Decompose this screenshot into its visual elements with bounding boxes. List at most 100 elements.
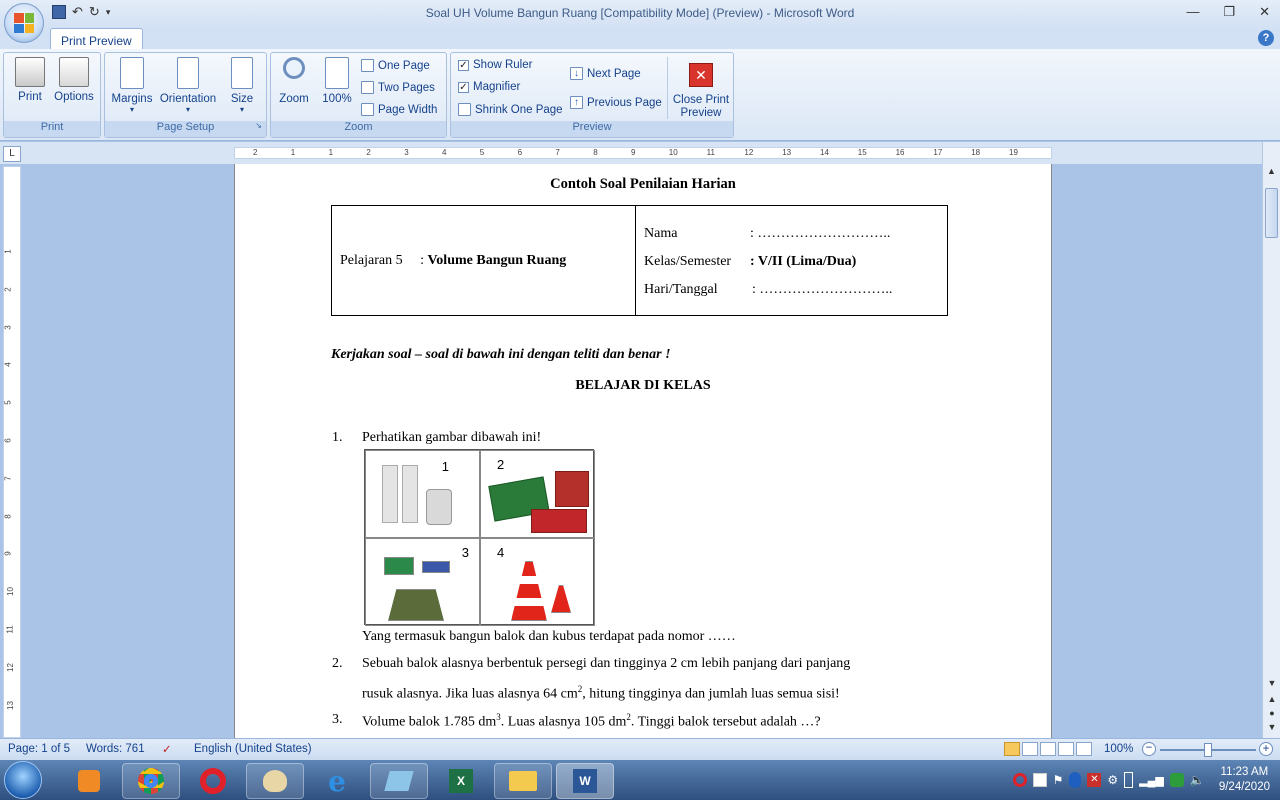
ruler-tick-label: 11 bbox=[5, 625, 15, 634]
tab-selector[interactable]: L bbox=[3, 146, 21, 162]
question-2-number: 2. bbox=[332, 656, 343, 671]
previous-page-button[interactable]: ↑ Previous Page bbox=[570, 96, 662, 109]
page-count[interactable]: Page: 1 of 5 bbox=[8, 743, 70, 755]
one-page-button[interactable]: One Page bbox=[361, 59, 430, 72]
zoom-in-icon[interactable]: + bbox=[1259, 742, 1273, 756]
ruler-tick-label: 11 bbox=[706, 148, 715, 157]
printer-icon bbox=[15, 57, 45, 87]
ruler-tick-label: 4 bbox=[3, 362, 13, 368]
zoom-slider-thumb[interactable] bbox=[1204, 743, 1212, 757]
word-icon[interactable]: W bbox=[556, 763, 614, 799]
ruler-tick-label: 13 bbox=[5, 700, 15, 710]
ruler-bar: L 2 1 1 2 3 4 5 6 7 8 9 10 11 12 13 14 15 16 17 18 19 bbox=[0, 142, 1280, 164]
vertical-scrollbar[interactable]: ▲ ▼ ▲ ● ▼ bbox=[1262, 142, 1280, 738]
previous-page-arrow-icon[interactable]: ▲ bbox=[1263, 694, 1280, 704]
picture-grid: 1 2 3 4 bbox=[364, 449, 595, 626]
zoom-level[interactable]: 100% bbox=[1104, 743, 1133, 755]
margins-button[interactable]: Margins ▾ bbox=[109, 57, 155, 114]
checkbox-checked-icon: ✓ bbox=[458, 81, 469, 93]
internet-explorer-icon[interactable]: e bbox=[308, 763, 366, 799]
next-page-arrow-icon[interactable]: ▼ bbox=[1263, 722, 1280, 732]
help-icon[interactable]: ? bbox=[1258, 30, 1274, 46]
notes-icon[interactable] bbox=[370, 763, 428, 799]
security-icon[interactable] bbox=[1169, 773, 1184, 787]
clock[interactable]: 11:23 AM 9/24/2020 bbox=[1219, 765, 1270, 795]
close-icon[interactable]: ✕ bbox=[1259, 4, 1270, 20]
ruler-tick-label: 2 bbox=[253, 148, 258, 157]
next-page-button[interactable]: ↓ Next Page bbox=[570, 67, 641, 80]
ruler-tick-label: 17 bbox=[933, 148, 943, 157]
ribbon-tab-row: Print Preview ? bbox=[0, 28, 1280, 50]
page-width-button[interactable]: Page Width bbox=[361, 103, 437, 116]
ruler-tick-label: 1 bbox=[328, 148, 334, 157]
zoom-button[interactable]: Zoom bbox=[275, 57, 313, 105]
question-2-line-2: rusuk alasnya. Jika luas alasnya 64 cm2,… bbox=[362, 684, 840, 703]
chrome-icon[interactable] bbox=[122, 763, 180, 799]
proofing-icon[interactable]: ✓ bbox=[162, 742, 172, 756]
picture-2: 2 bbox=[480, 450, 595, 538]
tray-app-icon[interactable]: ⚙ bbox=[1107, 773, 1118, 787]
excel-icon[interactable]: X bbox=[432, 763, 490, 799]
word-count[interactable]: Words: 761 bbox=[86, 743, 145, 755]
zoom-slider[interactable] bbox=[1160, 743, 1256, 757]
scroll-down-icon[interactable]: ▼ bbox=[1263, 678, 1280, 688]
speaker-image bbox=[402, 465, 418, 523]
question-1-text: Perhatikan gambar dibawah ini! bbox=[362, 430, 542, 445]
bluetooth-icon[interactable] bbox=[1069, 772, 1082, 788]
volume-icon[interactable]: 🔈 bbox=[1190, 773, 1205, 787]
date-label: Hari/Tanggal bbox=[644, 281, 718, 297]
close-print-preview-button[interactable]: ✕ Close Print Preview bbox=[671, 57, 731, 120]
vertical-ruler[interactable]: 1234567891011121314 bbox=[3, 166, 21, 747]
opera-icon[interactable] bbox=[184, 763, 242, 799]
show-ruler-checkbox[interactable]: ✓ Show Ruler bbox=[458, 59, 532, 71]
app-tray-icon[interactable] bbox=[1032, 773, 1047, 787]
two-pages-button[interactable]: Two Pages bbox=[361, 81, 435, 94]
file-explorer-icon[interactable] bbox=[494, 763, 552, 799]
document-page[interactable]: Contoh Soal Penilaian Harian Pelajaran 5… bbox=[234, 164, 1052, 738]
signal-icon[interactable]: ▂▄▆ bbox=[1139, 774, 1164, 787]
office-button[interactable] bbox=[4, 3, 44, 43]
view-buttons bbox=[1004, 742, 1092, 756]
scroll-up-icon[interactable]: ▲ bbox=[1264, 166, 1280, 182]
shrink-one-page-button[interactable]: Shrink One Page bbox=[458, 103, 563, 116]
minimize-icon[interactable]: — bbox=[1186, 4, 1199, 20]
opera-tray-icon[interactable] bbox=[1012, 773, 1027, 787]
tab-print-preview[interactable]: Print Preview bbox=[50, 28, 143, 50]
maximize-icon[interactable]: ❐ bbox=[1223, 4, 1235, 20]
dialog-launcher-icon[interactable]: ↘ bbox=[255, 121, 262, 130]
network-error-icon[interactable]: ✕ bbox=[1087, 773, 1102, 787]
gift-box-image bbox=[555, 471, 589, 507]
start-button[interactable] bbox=[4, 761, 42, 799]
student-info-cell: Nama: ……………………….. Kelas/Semester: V/II (… bbox=[635, 205, 948, 316]
media-player-icon[interactable] bbox=[60, 763, 118, 799]
orientation-button[interactable]: Orientation ▾ bbox=[157, 57, 219, 114]
print-button-label: Print bbox=[18, 91, 42, 103]
class-label: Kelas/Semester bbox=[644, 253, 732, 269]
full-screen-reading-icon[interactable] bbox=[1022, 742, 1038, 756]
next-page-label: Next Page bbox=[587, 67, 641, 80]
subject-sep: : bbox=[420, 252, 424, 268]
horizontal-ruler[interactable]: 2 1 1 2 3 4 5 6 7 8 9 10 11 12 13 14 15 16 17 18 19 bbox=[234, 147, 1052, 159]
print-layout-icon[interactable] bbox=[1004, 742, 1020, 756]
magnifier-checkbox[interactable]: ✓ Magnifier bbox=[458, 81, 520, 93]
zoom-100-button[interactable]: 100% bbox=[317, 57, 357, 105]
web-layout-icon[interactable] bbox=[1040, 742, 1056, 756]
options-button[interactable]: Options bbox=[52, 57, 96, 103]
language-status[interactable]: English (United States) bbox=[194, 743, 312, 755]
group-label-print: Print bbox=[4, 121, 100, 137]
question-2-text-b: , hitung tingginya dan jumlah luas semua… bbox=[582, 686, 840, 702]
outline-icon[interactable] bbox=[1058, 742, 1074, 756]
zoom-out-icon[interactable]: − bbox=[1142, 742, 1156, 756]
previous-page-icon: ↑ bbox=[570, 96, 583, 109]
paint-icon[interactable] bbox=[246, 763, 304, 799]
ruler-tick-label: 3 bbox=[3, 324, 13, 330]
ruler-tick-label: 5 bbox=[479, 148, 485, 157]
ruler-tick-label: 7 bbox=[3, 476, 13, 481]
print-button[interactable]: Print bbox=[12, 57, 48, 103]
draft-icon[interactable] bbox=[1076, 742, 1092, 756]
scrollbar-thumb[interactable] bbox=[1265, 188, 1278, 238]
size-button[interactable]: Size ▾ bbox=[225, 57, 259, 114]
battery-icon[interactable] bbox=[1124, 772, 1134, 788]
browse-object-icon[interactable]: ● bbox=[1263, 708, 1280, 718]
action-center-flag-icon[interactable]: ⚑ bbox=[1053, 773, 1064, 787]
